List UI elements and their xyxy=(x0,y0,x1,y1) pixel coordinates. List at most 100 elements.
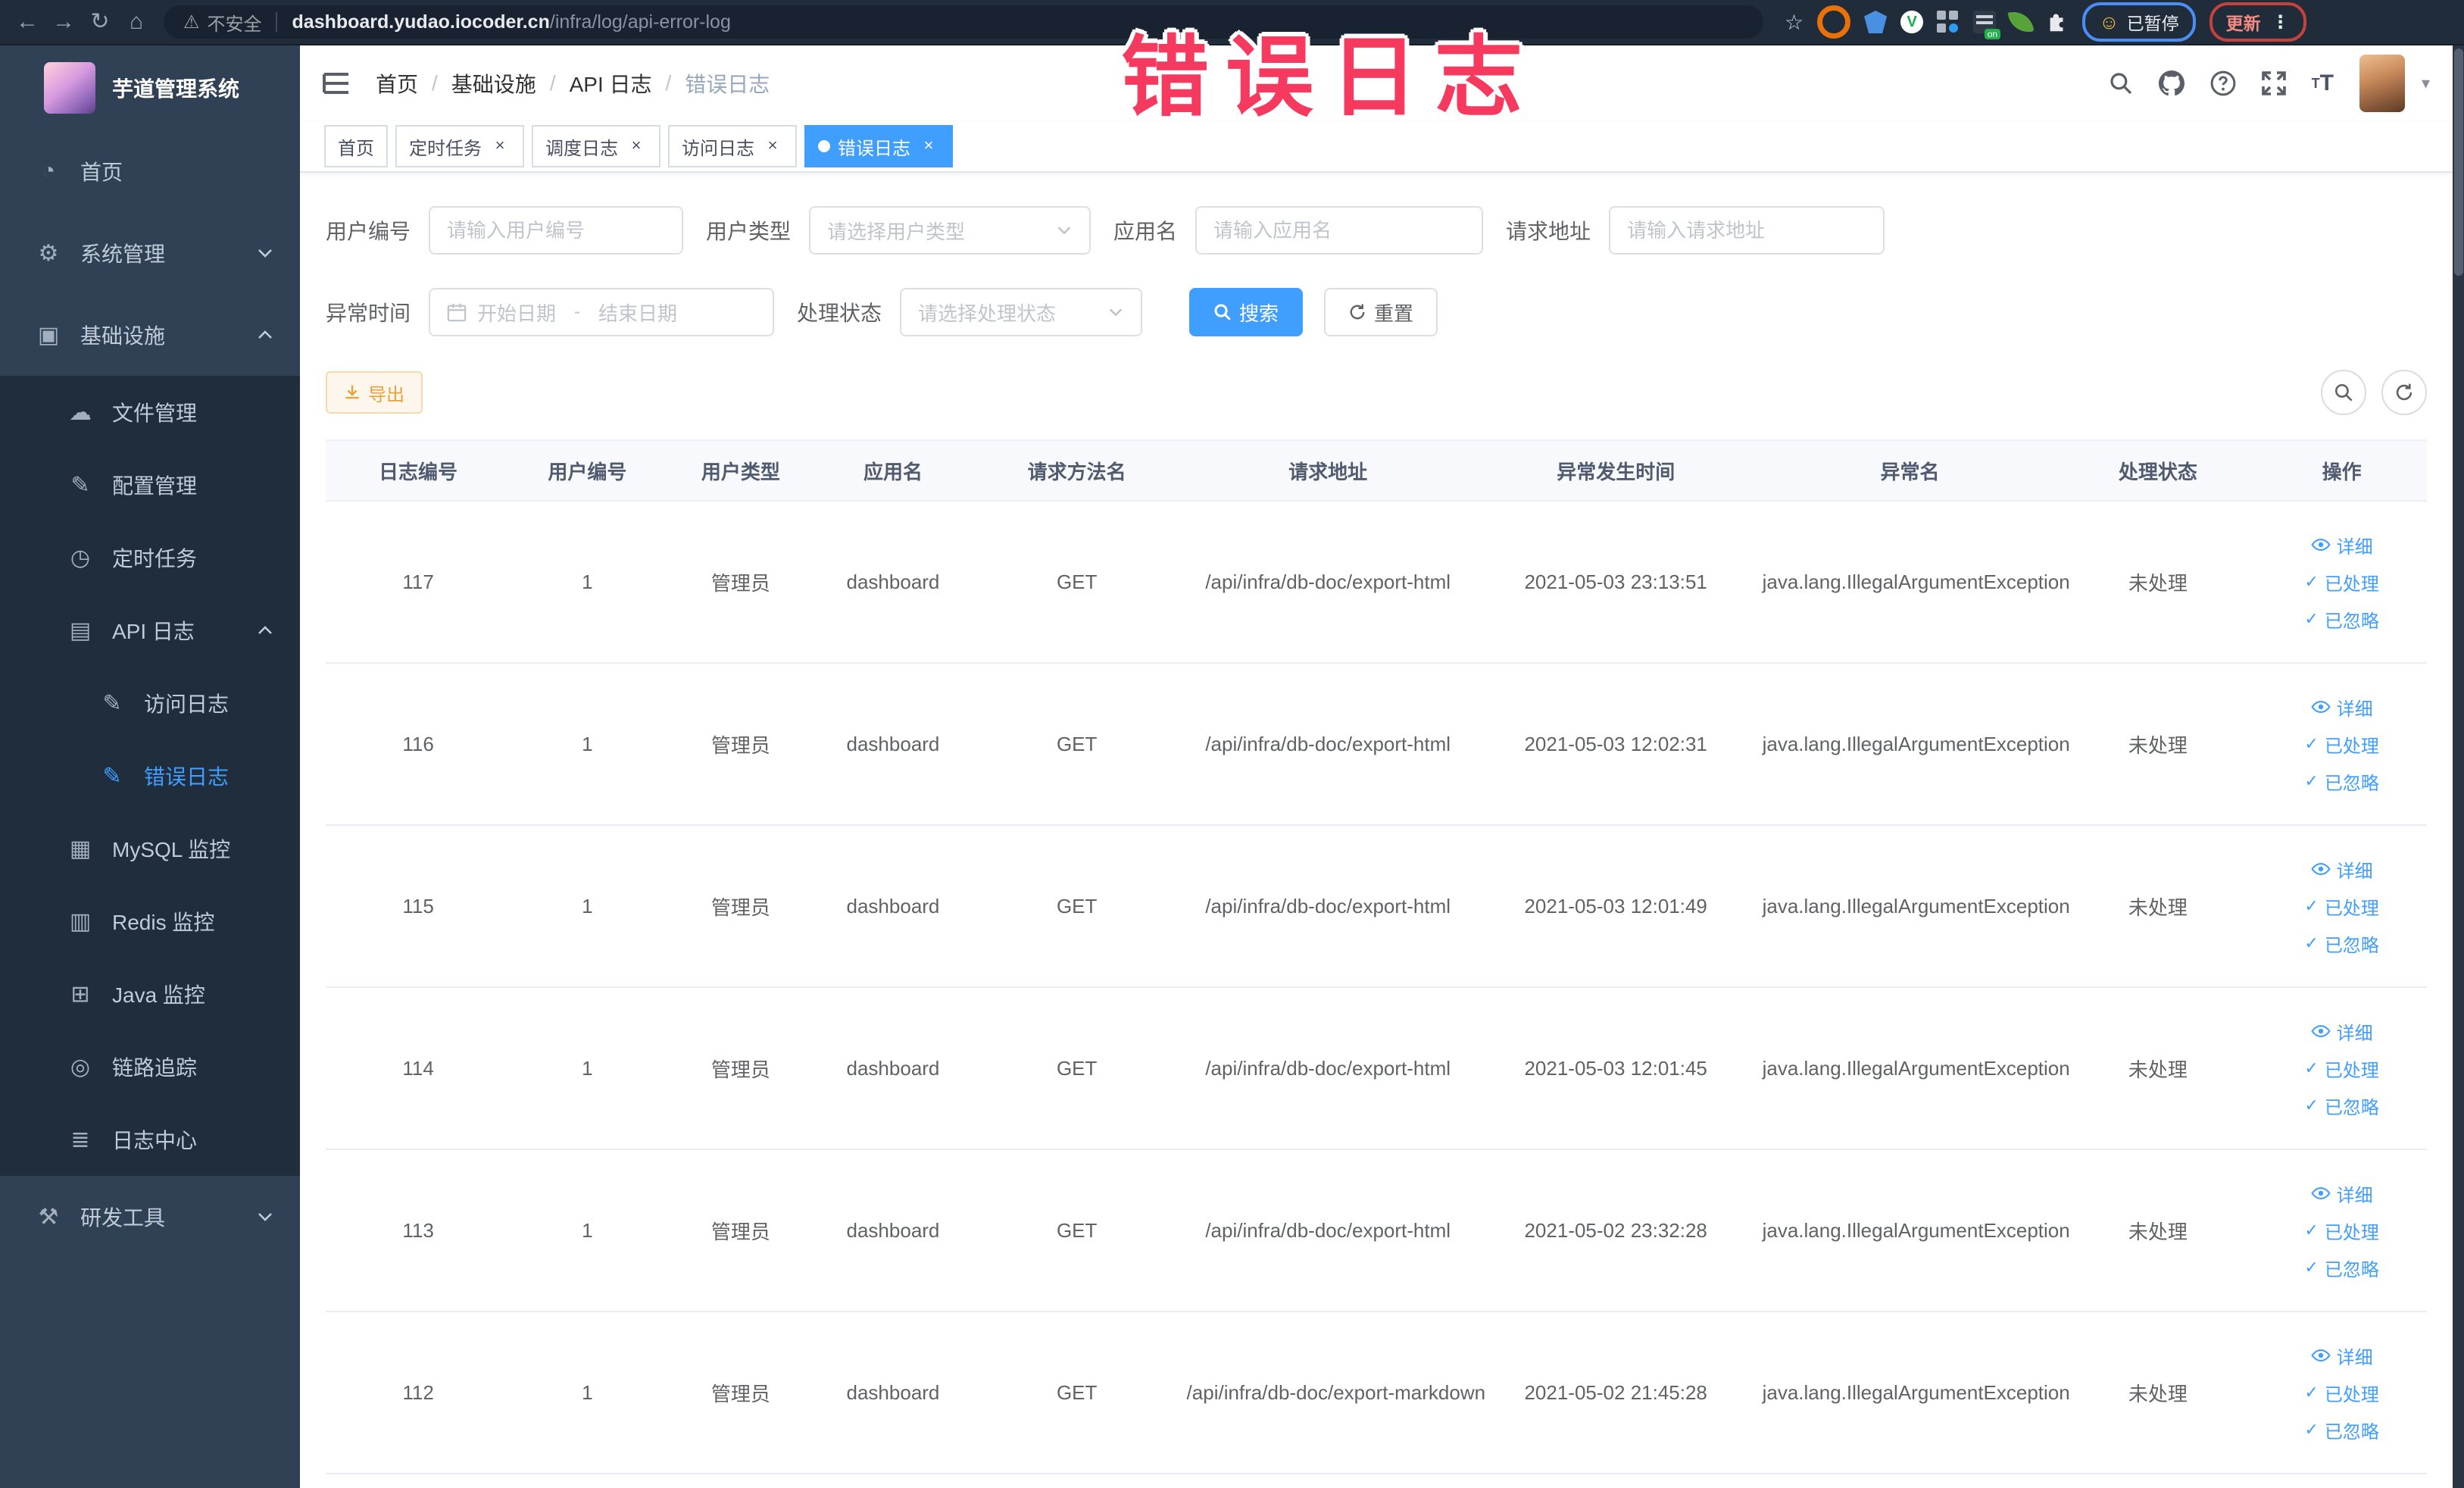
processed-link[interactable]: ✓ 已处理 xyxy=(2258,731,2425,758)
detail-link[interactable]: 详细 xyxy=(2258,1180,2425,1207)
processed-link[interactable]: ✓ 已处理 xyxy=(2258,569,2425,596)
refresh-icon[interactable] xyxy=(2381,370,2427,415)
reload-icon[interactable]: ↻ xyxy=(82,5,118,39)
api-log-icon: ▤ xyxy=(69,617,92,643)
address-bar[interactable]: ⚠ 不安全 dashboard.yudao.iocoder.cn/infra/l… xyxy=(164,5,1763,39)
help-icon[interactable] xyxy=(2210,70,2236,96)
back-icon[interactable]: ← xyxy=(9,5,45,39)
detail-link[interactable]: 详细 xyxy=(2258,856,2425,883)
kebab-menu-icon[interactable]: ⋮ xyxy=(2272,11,2290,33)
screen: ← → ↻ ⌂ ⚠ 不安全 dashboard.yudao.iocoder.cn… xyxy=(0,0,2464,1488)
font-size-icon[interactable]: TT xyxy=(2312,70,2334,96)
sidebar-item-error-log[interactable]: ✎ 错误日志 xyxy=(0,739,300,812)
processed-link[interactable]: ✓ 已处理 xyxy=(2258,1380,2425,1406)
reset-button-label: 重置 xyxy=(1374,302,1414,325)
breadcrumb-item[interactable]: API 日志 xyxy=(570,68,652,98)
cell-actions: 详细 ✓ 已处理 ✓ 已忽略 xyxy=(2256,987,2427,1150)
request-url-input[interactable] xyxy=(1609,206,1885,255)
forward-icon[interactable]: → xyxy=(45,5,82,39)
ignored-link[interactable]: ✓ 已忽略 xyxy=(2258,768,2425,795)
ignored-link[interactable]: ✓ 已忽略 xyxy=(2258,1255,2425,1281)
sidebar-item-trace[interactable]: ◎ 链路追踪 xyxy=(0,1030,300,1103)
sidebar-item-mysql-monitor[interactable]: ▦ MySQL 监控 xyxy=(0,812,300,885)
extensions-puzzle-icon[interactable] xyxy=(2046,11,2069,33)
sidebar-item-infrastructure[interactable]: ▣ 基础设施 xyxy=(0,294,300,376)
end-date-placeholder[interactable]: 结束日期 xyxy=(598,299,677,327)
ignored-link[interactable]: ✓ 已忽略 xyxy=(2258,1417,2425,1443)
tag-tab-调度日志[interactable]: 调度日志 × xyxy=(532,125,661,167)
tag-tab-错误日志[interactable]: 错误日志 × xyxy=(804,125,953,167)
sidebar-item-scheduled-tasks[interactable]: ◷ 定时任务 xyxy=(0,521,300,594)
close-icon[interactable]: × xyxy=(626,136,647,157)
breadcrumb-item[interactable]: 首页 xyxy=(376,68,418,98)
date-range-picker[interactable]: 开始日期 - 结束日期 xyxy=(429,288,775,336)
home-icon[interactable]: ⌂ xyxy=(118,5,155,39)
processed-link[interactable]: ✓ 已处理 xyxy=(2258,893,2425,920)
sidebar-item-config-management[interactable]: ✎ 配置管理 xyxy=(0,449,300,521)
ignored-link[interactable]: ✓ 已忽略 xyxy=(2258,1093,2425,1119)
paused-extension-chip[interactable]: ☺ 已暂停 xyxy=(2082,2,2196,42)
extension-shield-icon[interactable] xyxy=(1864,11,1888,33)
close-icon[interactable]: × xyxy=(762,136,783,157)
process-status-select[interactable]: 请选择处理状态 xyxy=(900,288,1143,336)
filter-label: 应用名 xyxy=(1113,220,1178,243)
user-id-input[interactable] xyxy=(429,206,684,255)
bookmark-star-icon[interactable]: ☆ xyxy=(1785,10,1803,35)
toggle-search-icon[interactable] xyxy=(2321,370,2366,415)
detail-link[interactable]: 详细 xyxy=(2258,1343,2425,1369)
detail-link[interactable]: 详细 xyxy=(2258,1018,2425,1045)
extension-sprout-icon[interactable] xyxy=(2007,8,2035,36)
processed-link[interactable]: ✓ 已处理 xyxy=(2258,1055,2425,1082)
detail-link[interactable]: 详细 xyxy=(2258,694,2425,721)
search-icon[interactable] xyxy=(2109,71,2133,95)
search-button[interactable]: 搜索 xyxy=(1189,288,1304,336)
github-icon[interactable] xyxy=(2158,70,2184,96)
sidebar-item-dev-tools[interactable]: ⚒ 研发工具 xyxy=(0,1176,300,1258)
app-name-input[interactable] xyxy=(1195,206,1484,255)
tag-tab-定时任务[interactable]: 定时任务 × xyxy=(395,125,524,167)
sidebar-item-api-log[interactable]: ▤ API 日志 xyxy=(0,594,300,667)
close-icon[interactable]: × xyxy=(918,136,939,157)
gear-icon: ⚙ xyxy=(38,240,59,266)
detail-link[interactable]: 详细 xyxy=(2258,532,2425,558)
breadcrumb-item[interactable]: 基础设施 xyxy=(451,68,536,98)
cell-user_id: 1 xyxy=(511,501,664,664)
sidebar-item-access-log[interactable]: ✎ 访问日志 xyxy=(0,667,300,739)
extension-orange-icon[interactable] xyxy=(1817,5,1851,39)
sidebar-item-log-center[interactable]: ≣ 日志中心 xyxy=(0,1103,300,1176)
tag-tab-首页[interactable]: 首页 xyxy=(324,125,388,167)
scrollbar-thumb[interactable] xyxy=(2454,48,2463,276)
avatar-caret-icon[interactable]: ▾ xyxy=(2422,73,2430,93)
sidebar-item-redis-monitor[interactable]: ▥ Redis 监控 xyxy=(0,885,300,958)
processed-link[interactable]: ✓ 已处理 xyxy=(2258,1218,2425,1244)
tag-tab-访问日志[interactable]: 访问日志 × xyxy=(668,125,797,167)
page-scrollbar[interactable] xyxy=(2453,45,2464,1488)
column-header: 请求地址 xyxy=(1185,439,1471,502)
sidebar-item-label: API 日志 xyxy=(112,620,195,643)
fullscreen-icon[interactable] xyxy=(2261,71,2286,95)
ignored-link[interactable]: ✓ 已忽略 xyxy=(2258,606,2425,633)
sidebar-item-java-monitor[interactable]: ⊞ Java 监控 xyxy=(0,958,300,1030)
app-logo-row[interactable]: 芋道管理系统 xyxy=(0,45,300,130)
sidebar-item-system-management[interactable]: ⚙ 系统管理 xyxy=(0,212,300,294)
extension-v-icon[interactable]: V xyxy=(1900,11,1924,33)
extension-grid-icon[interactable] xyxy=(1937,11,1960,33)
security-label[interactable]: 不安全 xyxy=(208,9,262,36)
sidebar-item-label: 访问日志 xyxy=(144,692,230,716)
breadcrumb: 首页 / 基础设施 / API 日志 / 错误日志 xyxy=(376,68,770,98)
cell-id: 117 xyxy=(326,501,511,664)
reset-button[interactable]: 重置 xyxy=(1324,288,1438,336)
export-button[interactable]: 导出 xyxy=(326,371,423,414)
hamburger-icon[interactable] xyxy=(323,71,350,95)
start-date-placeholder[interactable]: 开始日期 xyxy=(477,299,556,327)
user-type-select[interactable]: 请选择用户类型 xyxy=(809,206,1091,255)
ignored-link[interactable]: ✓ 已忽略 xyxy=(2258,930,2425,957)
user-avatar[interactable] xyxy=(2359,55,2405,112)
close-icon[interactable]: × xyxy=(489,136,511,157)
sidebar-item-file-management[interactable]: ☁ 文件管理 xyxy=(0,376,300,449)
sidebar-item-home[interactable]: ◔ 首页 xyxy=(0,130,300,212)
browser-update-button[interactable]: 更新 ⋮ xyxy=(2209,2,2306,42)
paused-label: 已暂停 xyxy=(2126,14,2179,33)
extension-switch-icon[interactable] xyxy=(1973,11,2001,39)
cell-url: /api/infra/db-doc/export-html xyxy=(1185,501,1471,664)
